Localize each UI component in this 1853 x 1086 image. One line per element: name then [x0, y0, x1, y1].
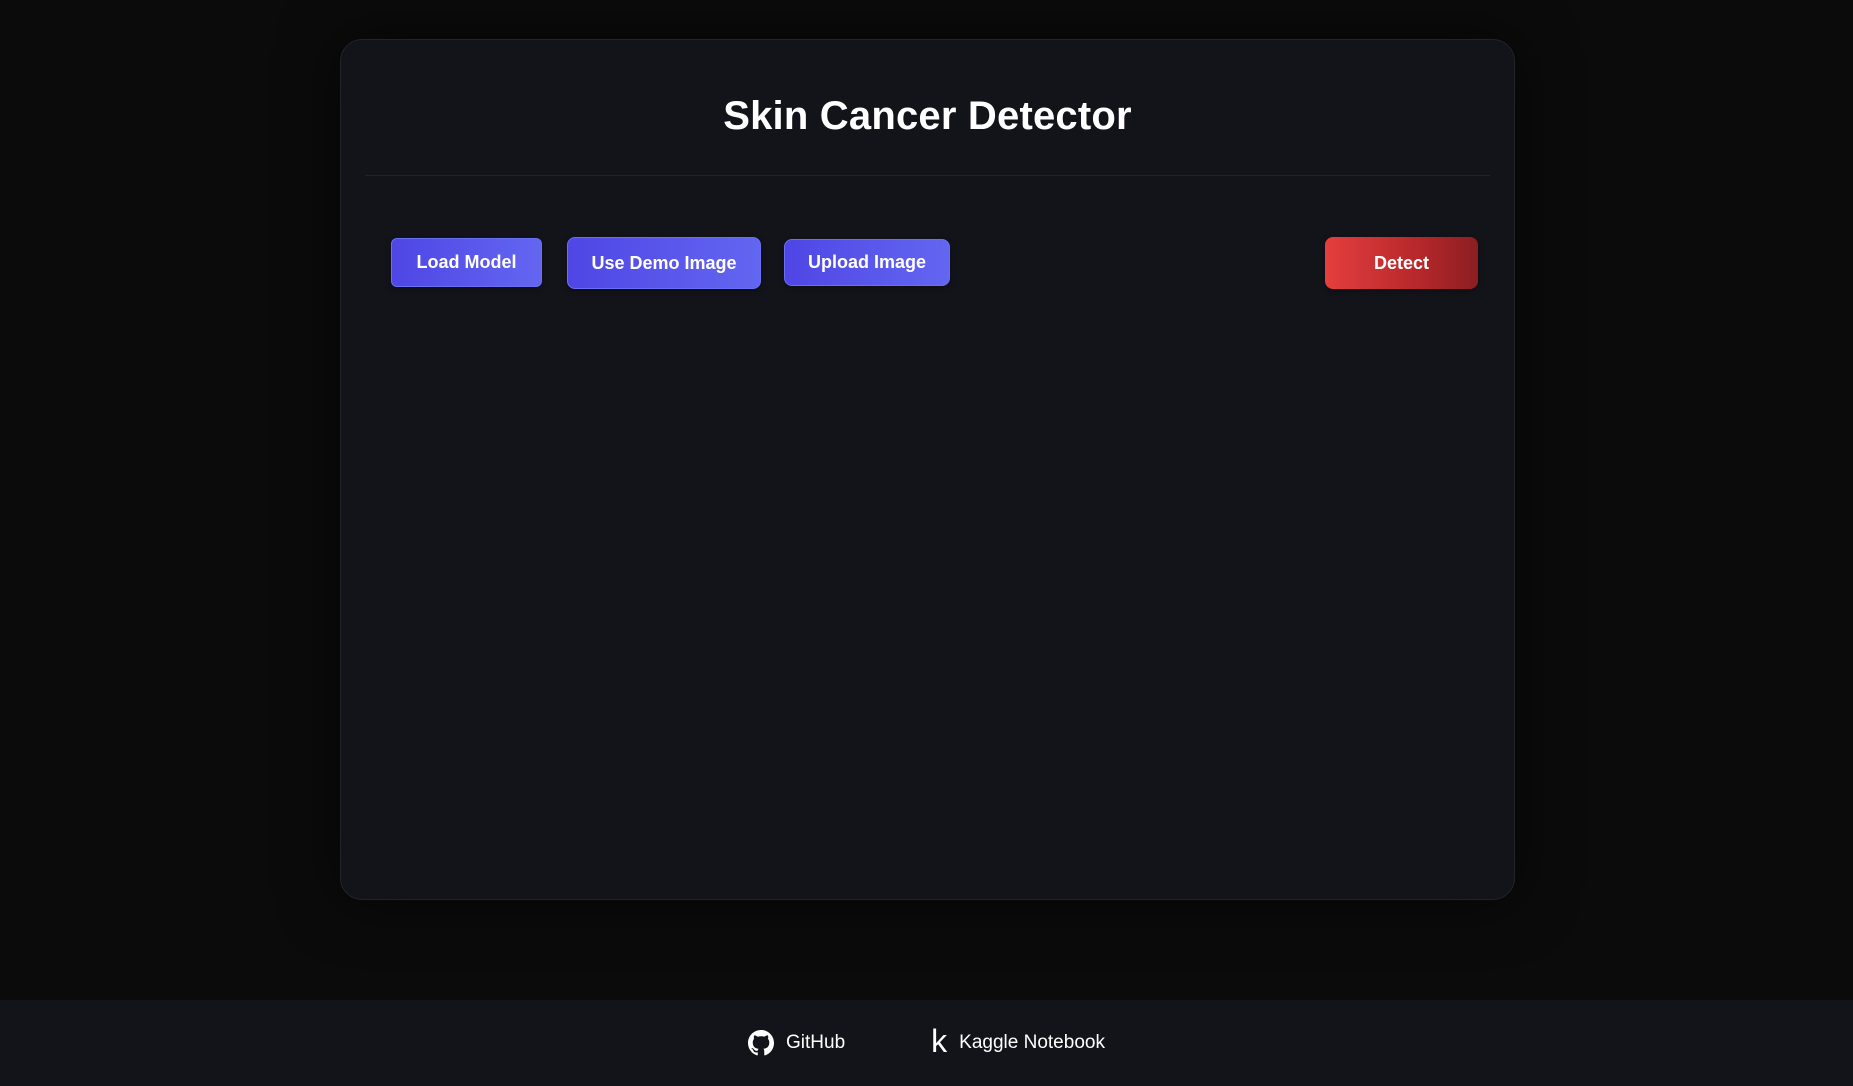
use-demo-image-button[interactable]: Use Demo Image: [567, 237, 761, 289]
result-area: [365, 310, 1490, 875]
upload-image-button[interactable]: Upload Image: [784, 239, 950, 286]
github-link[interactable]: GitHub: [748, 1030, 845, 1056]
page: Skin Cancer Detector Load Model Use Demo…: [0, 0, 1853, 1086]
load-model-button[interactable]: Load Model: [391, 238, 542, 287]
page-title: Skin Cancer Detector: [723, 94, 1132, 138]
card-header: Skin Cancer Detector: [365, 40, 1490, 176]
detect-button[interactable]: Detect: [1325, 237, 1478, 289]
kaggle-notebook-link[interactable]: k Kaggle Notebook: [931, 1025, 1105, 1057]
kaggle-link-label: Kaggle Notebook: [959, 1032, 1105, 1053]
github-link-label: GitHub: [786, 1032, 846, 1053]
kaggle-icon: k: [931, 1023, 948, 1059]
github-icon: [748, 1030, 775, 1056]
main-card: Skin Cancer Detector Load Model Use Demo…: [340, 39, 1515, 900]
footer: GitHub k Kaggle Notebook: [0, 1000, 1853, 1086]
